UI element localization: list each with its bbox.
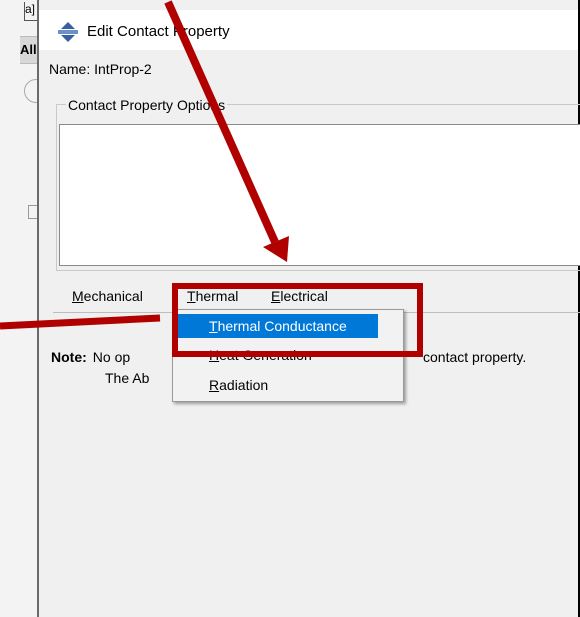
annotation-pointer-line	[0, 314, 161, 330]
annotation-arrow-line	[164, 0, 279, 244]
annotation-arrows	[0, 0, 289, 330]
